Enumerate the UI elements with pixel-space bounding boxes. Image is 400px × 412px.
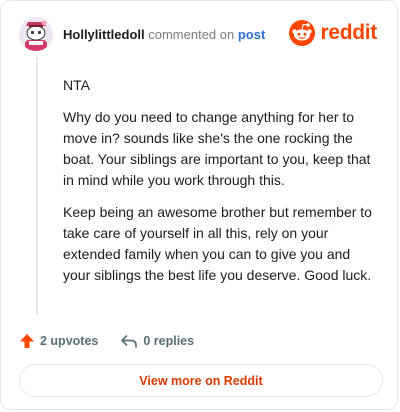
- view-more-button[interactable]: View more on Reddit: [19, 364, 383, 397]
- comment-actions: 2 upvotes 0 replies: [19, 331, 194, 351]
- username-link[interactable]: Hollylittledoll: [63, 27, 145, 42]
- reply-arrow-icon: [121, 335, 138, 348]
- comment-header: Hollylittledoll commented on post reddit: [19, 15, 383, 55]
- reddit-snoo-icon: [289, 20, 316, 46]
- upvote-arrow-icon: [20, 334, 34, 348]
- comment-paragraph: Why do you need to change anything for h…: [63, 109, 371, 188]
- reddit-logo[interactable]: reddit: [289, 19, 377, 47]
- upvote-button[interactable]: 2 upvotes: [19, 333, 98, 349]
- post-link[interactable]: post: [238, 27, 265, 42]
- byline-action-text: commented on: [144, 27, 238, 42]
- reddit-comment-embed: Hollylittledoll commented on post reddit…: [0, 0, 398, 410]
- comment-byline: Hollylittledoll commented on post: [63, 27, 265, 42]
- snoo-avatar-icon[interactable]: [19, 17, 53, 51]
- comment-paragraph: Keep being an awesome brother but rememb…: [63, 204, 372, 283]
- upvote-count: 2 upvotes: [40, 334, 99, 348]
- thread-line: [36, 57, 38, 315]
- reply-count: 0 replies: [143, 334, 195, 348]
- reddit-wordmark: reddit: [320, 21, 377, 44]
- comment-paragraph: NTA: [63, 77, 90, 93]
- replies-button[interactable]: 0 replies: [120, 333, 194, 349]
- comment-body: NTA Why do you need to change anything f…: [63, 75, 381, 297]
